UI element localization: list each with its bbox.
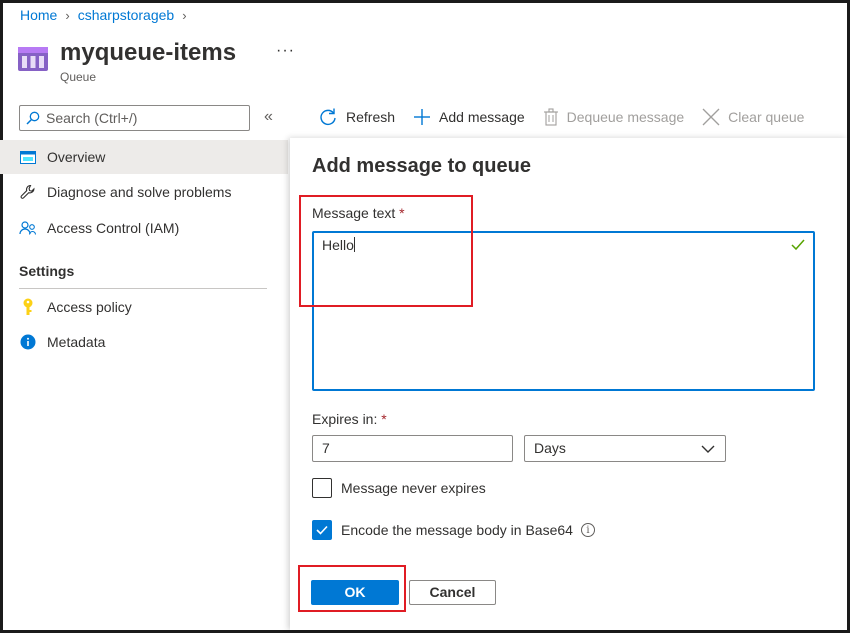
sidebar-item-access-policy[interactable]: Access policy — [0, 290, 288, 324]
base64-checkbox[interactable] — [312, 520, 332, 540]
sidebar-item-label: Access Control (IAM) — [47, 220, 180, 236]
add-message-panel: Add message to queue Message text * Hell… — [290, 138, 847, 630]
sidebar-item-iam[interactable]: Access Control (IAM) — [0, 211, 288, 245]
sidebar-item-diagnose[interactable]: Diagnose and solve problems — [0, 175, 288, 209]
sidebar-item-metadata[interactable]: Metadata — [0, 325, 288, 359]
chevron-right-icon: › — [182, 7, 187, 23]
ok-button[interactable]: OK — [311, 580, 399, 605]
search-icon — [26, 111, 40, 125]
page-subtitle: Queue — [60, 70, 97, 84]
key-icon — [19, 298, 37, 316]
checkmark-icon — [316, 525, 328, 535]
base64-label: Encode the message body in Base64 — [341, 522, 573, 538]
add-message-button[interactable]: Add message — [413, 105, 525, 129]
plus-icon — [414, 109, 431, 125]
clear-queue-label: Clear queue — [728, 109, 805, 125]
refresh-label: Refresh — [346, 109, 396, 125]
breadcrumb-home[interactable]: Home — [20, 7, 57, 23]
expires-in-label: Expires in: * — [312, 411, 387, 427]
expires-unit-value: Days — [534, 440, 566, 456]
sidebar-item-label: Diagnose and solve problems — [47, 184, 232, 200]
add-message-label: Add message — [439, 109, 525, 125]
command-bar: Refresh Add message Dequeue message Clea… — [318, 105, 822, 129]
base64-row: Encode the message body in Base64 i — [312, 520, 595, 540]
never-expires-checkbox[interactable] — [312, 478, 332, 498]
more-options-button[interactable]: ··· — [276, 42, 295, 60]
trash-icon — [543, 108, 558, 126]
breadcrumb: Home › csharpstorageb › — [20, 7, 187, 23]
refresh-icon — [320, 108, 336, 126]
never-expires-label: Message never expires — [341, 480, 486, 496]
sidebar-item-label: Access policy — [47, 299, 132, 315]
section-divider — [19, 288, 267, 289]
sidebar-item-label: Metadata — [47, 334, 106, 350]
expires-value-input[interactable]: 7 — [312, 435, 513, 462]
expires-unit-select[interactable]: Days — [524, 435, 726, 462]
dequeue-message-label: Dequeue message — [566, 109, 685, 125]
page-header: myqueue-items Queue — [18, 38, 236, 84]
chevron-down-icon — [701, 445, 715, 453]
collapse-sidebar-button[interactable]: « — [264, 108, 273, 126]
search-placeholder: Search (Ctrl+/) — [46, 110, 138, 126]
text-cursor — [353, 237, 355, 252]
page-title: myqueue-items — [60, 39, 237, 66]
people-icon — [19, 219, 37, 237]
settings-section-heading: Settings — [19, 263, 75, 279]
sidebar-item-overview[interactable]: Overview — [0, 140, 288, 174]
refresh-button[interactable]: Refresh — [318, 105, 395, 129]
message-text-label: Message text * — [312, 205, 405, 221]
sidebar-item-label: Overview — [47, 149, 106, 165]
checkmark-icon — [791, 239, 805, 251]
breadcrumb-account[interactable]: csharpstorageb — [78, 7, 175, 23]
search-input[interactable]: Search (Ctrl+/) — [19, 105, 250, 131]
dequeue-message-button[interactable]: Dequeue message — [543, 105, 685, 129]
info-icon — [19, 333, 37, 351]
info-tooltip-icon[interactable]: i — [580, 523, 595, 537]
panel-title: Add message to queue — [312, 155, 531, 177]
cancel-button[interactable]: Cancel — [409, 580, 496, 605]
never-expires-row: Message never expires — [312, 478, 486, 498]
wrench-icon — [19, 183, 37, 201]
message-text-field[interactable]: Hello — [312, 231, 815, 391]
overview-icon — [19, 148, 37, 166]
chevron-right-icon: › — [65, 7, 70, 23]
queue-icon — [18, 47, 48, 71]
close-icon — [702, 108, 720, 126]
clear-queue-button[interactable]: Clear queue — [702, 105, 804, 129]
message-text-value: Hello — [322, 237, 354, 253]
